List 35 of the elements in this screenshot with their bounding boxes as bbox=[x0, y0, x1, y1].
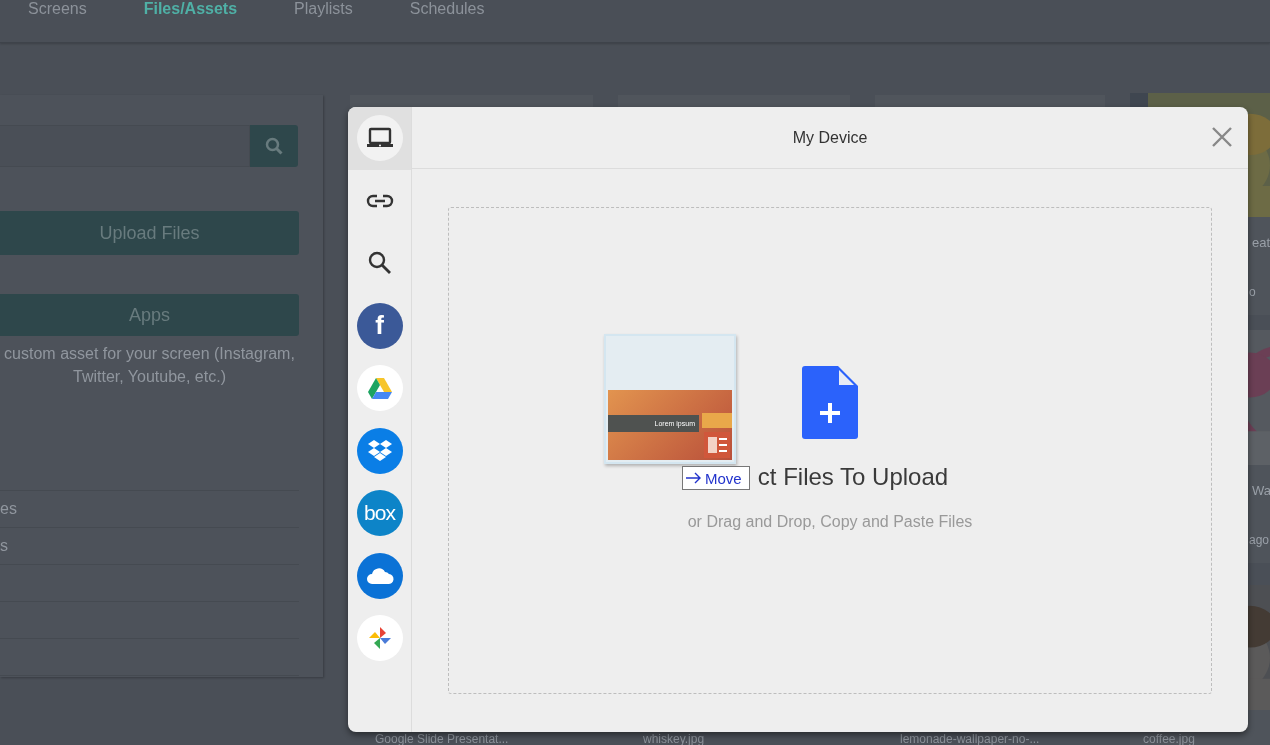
laptop-icon bbox=[366, 127, 393, 150]
cloud-icon bbox=[365, 566, 394, 585]
list-item[interactable]: es bbox=[0, 490, 299, 527]
upload-files-button[interactable]: Upload Files bbox=[0, 211, 299, 255]
search-icon bbox=[367, 251, 392, 276]
facebook-button[interactable]: f bbox=[356, 302, 403, 349]
nav-tab[interactable]: Schedules bbox=[409, 0, 485, 19]
file-name: Google Slide Presentat... bbox=[374, 733, 510, 745]
triangle-logo-icon bbox=[367, 377, 392, 399]
open-box-icon bbox=[367, 439, 392, 462]
search-icon bbox=[265, 137, 283, 155]
nav-tab[interactable]: Playlists bbox=[294, 0, 353, 19]
drop-hint: or Drag and Drop, Copy and Paste Files bbox=[687, 513, 973, 531]
list-item[interactable]: s bbox=[0, 527, 299, 564]
nav-tab[interactable]: Files/Assets bbox=[143, 0, 238, 19]
file-name: coffee.jpg bbox=[1142, 731, 1196, 745]
file-name: whiskey.jpg bbox=[642, 733, 706, 745]
nav-tab[interactable]: Screens bbox=[28, 0, 87, 19]
accent-block bbox=[702, 413, 732, 428]
presentation-icon bbox=[704, 432, 730, 458]
close-icon[interactable] bbox=[1210, 125, 1234, 149]
add-file-icon bbox=[802, 366, 858, 439]
move-label: Move bbox=[705, 469, 742, 487]
apps-description: custom asset for your screen (Instagram, Twitter, Youtube, etc.) bbox=[3, 344, 296, 387]
file-name: lemonade-wallpaper-no-... bbox=[899, 733, 1041, 745]
arrow-icon bbox=[686, 472, 702, 484]
box-button[interactable]: box bbox=[356, 490, 403, 537]
link-icon bbox=[365, 192, 394, 209]
asset-title: eat bbox=[1251, 234, 1270, 252]
search-field[interactable] bbox=[0, 125, 250, 167]
asset-meta: o bbox=[1248, 284, 1257, 301]
dialog-title: My Device bbox=[792, 128, 868, 147]
asset-meta: ago bbox=[1248, 532, 1270, 549]
apps-button[interactable]: Apps bbox=[0, 294, 299, 336]
drop-heading: ct Files To Upload bbox=[757, 463, 949, 491]
